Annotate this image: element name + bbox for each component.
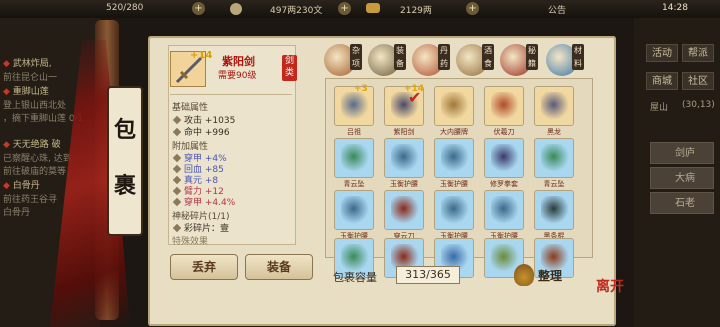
item-icon bbox=[441, 92, 469, 120]
inventory-slot[interactable] bbox=[434, 86, 474, 126]
inventory-slot[interactable] bbox=[484, 138, 524, 178]
item-icon bbox=[491, 196, 519, 224]
category-label[interactable]: 秘籍 bbox=[526, 44, 538, 70]
silver-value: 497两230文 bbox=[270, 6, 323, 16]
item-icon bbox=[391, 196, 419, 224]
item-icon bbox=[391, 144, 419, 172]
add-stamina-button[interactable]: + bbox=[192, 2, 205, 15]
category-label[interactable]: 酒食 bbox=[482, 44, 494, 70]
item-icon bbox=[341, 144, 369, 172]
tab-jianlu[interactable]: 剑庐 bbox=[650, 142, 714, 164]
silver-icon bbox=[230, 3, 242, 15]
attr-row: 穿甲 +4.4% bbox=[172, 195, 235, 208]
inventory-slot[interactable] bbox=[534, 138, 574, 178]
item-icon bbox=[441, 196, 469, 224]
item-icon bbox=[441, 144, 469, 172]
location-coords: (30,13) bbox=[682, 100, 715, 110]
category-label[interactable]: 材料 bbox=[572, 44, 584, 70]
top-status-bar: 520/280 + 497两230文 + 2129两 + 公告 14:28 bbox=[0, 0, 720, 18]
special-effect-title: 特殊效果 bbox=[172, 237, 209, 247]
base-attr-title: 基础属性 bbox=[172, 103, 209, 113]
item-name-label: 黑龙 bbox=[547, 128, 561, 136]
enhance-level: +14 bbox=[190, 50, 213, 61]
equip-button[interactable]: 装备 bbox=[245, 254, 313, 280]
game-logo: 离开 bbox=[596, 279, 624, 295]
item-icon bbox=[341, 196, 369, 224]
sort-label: 整理 bbox=[538, 269, 563, 283]
location-name: 屋山 bbox=[650, 103, 669, 113]
inventory-slot[interactable] bbox=[434, 190, 474, 230]
item-icon bbox=[541, 92, 569, 120]
item-name-label: 青云坠 bbox=[343, 180, 365, 188]
item-name-label: 玉衡护腰 bbox=[390, 180, 418, 188]
inventory-slot[interactable] bbox=[484, 86, 524, 126]
item-name-label: 紫阳剑 bbox=[393, 128, 415, 136]
item-name-label: 修罗拳套 bbox=[490, 180, 518, 188]
shop-button[interactable]: 商城 bbox=[646, 72, 678, 90]
guild-button[interactable]: 帮派 bbox=[682, 44, 714, 62]
category-label[interactable]: 装备 bbox=[394, 44, 406, 70]
shard-row: 彩碎片：壹 bbox=[172, 221, 229, 234]
bag-title-char: 包 bbox=[113, 118, 136, 143]
bag-title-char: 裹 bbox=[113, 174, 136, 199]
divider bbox=[170, 94, 292, 95]
item-name-label: 玉衡护腰 bbox=[440, 180, 468, 188]
inventory-slot[interactable] bbox=[484, 190, 524, 230]
add-ingot-button[interactable]: + bbox=[466, 2, 479, 15]
announcement-link[interactable]: 公告 bbox=[548, 3, 566, 16]
inventory-slot[interactable] bbox=[384, 190, 424, 230]
item-name: 紫阳剑 bbox=[222, 55, 255, 68]
community-button[interactable]: 社区 bbox=[682, 72, 714, 90]
tab-dabing[interactable]: 大病 bbox=[650, 167, 714, 189]
stamina-value: 520/280 bbox=[106, 3, 144, 13]
item-icon bbox=[491, 144, 519, 172]
ingot-icon bbox=[366, 3, 380, 13]
item-icon bbox=[341, 92, 369, 120]
money-bag-icon bbox=[514, 264, 534, 286]
item-name-label: 吕祖 bbox=[347, 128, 361, 136]
inventory-slot[interactable] bbox=[384, 138, 424, 178]
capacity-value: 313/365 bbox=[396, 266, 460, 284]
item-icon bbox=[491, 92, 519, 120]
category-label[interactable]: 杂项 bbox=[350, 44, 362, 70]
tab-shilao[interactable]: 石老 bbox=[650, 192, 714, 214]
add-silver-button[interactable]: + bbox=[338, 2, 351, 15]
inventory-slot[interactable] bbox=[534, 86, 574, 126]
discard-button[interactable]: 丢弃 bbox=[170, 254, 238, 280]
inventory-slot[interactable] bbox=[334, 138, 374, 178]
equipped-check-icon: ✔ bbox=[408, 88, 422, 107]
capacity-label: 包裹容量 bbox=[333, 271, 377, 284]
category-label[interactable]: 丹药 bbox=[438, 44, 450, 70]
item-name-label: 大内腰牌 bbox=[440, 128, 468, 136]
attr-row: 命中 +996 bbox=[172, 125, 230, 138]
item-icon bbox=[341, 244, 369, 272]
bag-title-plaque: 包 裹 bbox=[107, 86, 143, 236]
item-name-label: 伏羲刀 bbox=[493, 128, 515, 136]
inventory-slot[interactable] bbox=[334, 190, 374, 230]
item-icon bbox=[541, 196, 569, 224]
inventory-slot[interactable] bbox=[534, 190, 574, 230]
ingot-value: 2129两 bbox=[400, 6, 432, 16]
level-requirement: 需要90级 bbox=[218, 71, 257, 81]
activity-button[interactable]: 活动 bbox=[646, 44, 678, 62]
item-type-seal: 剑类 bbox=[282, 55, 297, 81]
enhance-badge: +3 bbox=[354, 84, 368, 94]
inventory-slot[interactable] bbox=[434, 138, 474, 178]
item-name-label: 青云坠 bbox=[543, 180, 565, 188]
item-icon bbox=[541, 144, 569, 172]
clock-text: 14:28 bbox=[662, 3, 688, 13]
